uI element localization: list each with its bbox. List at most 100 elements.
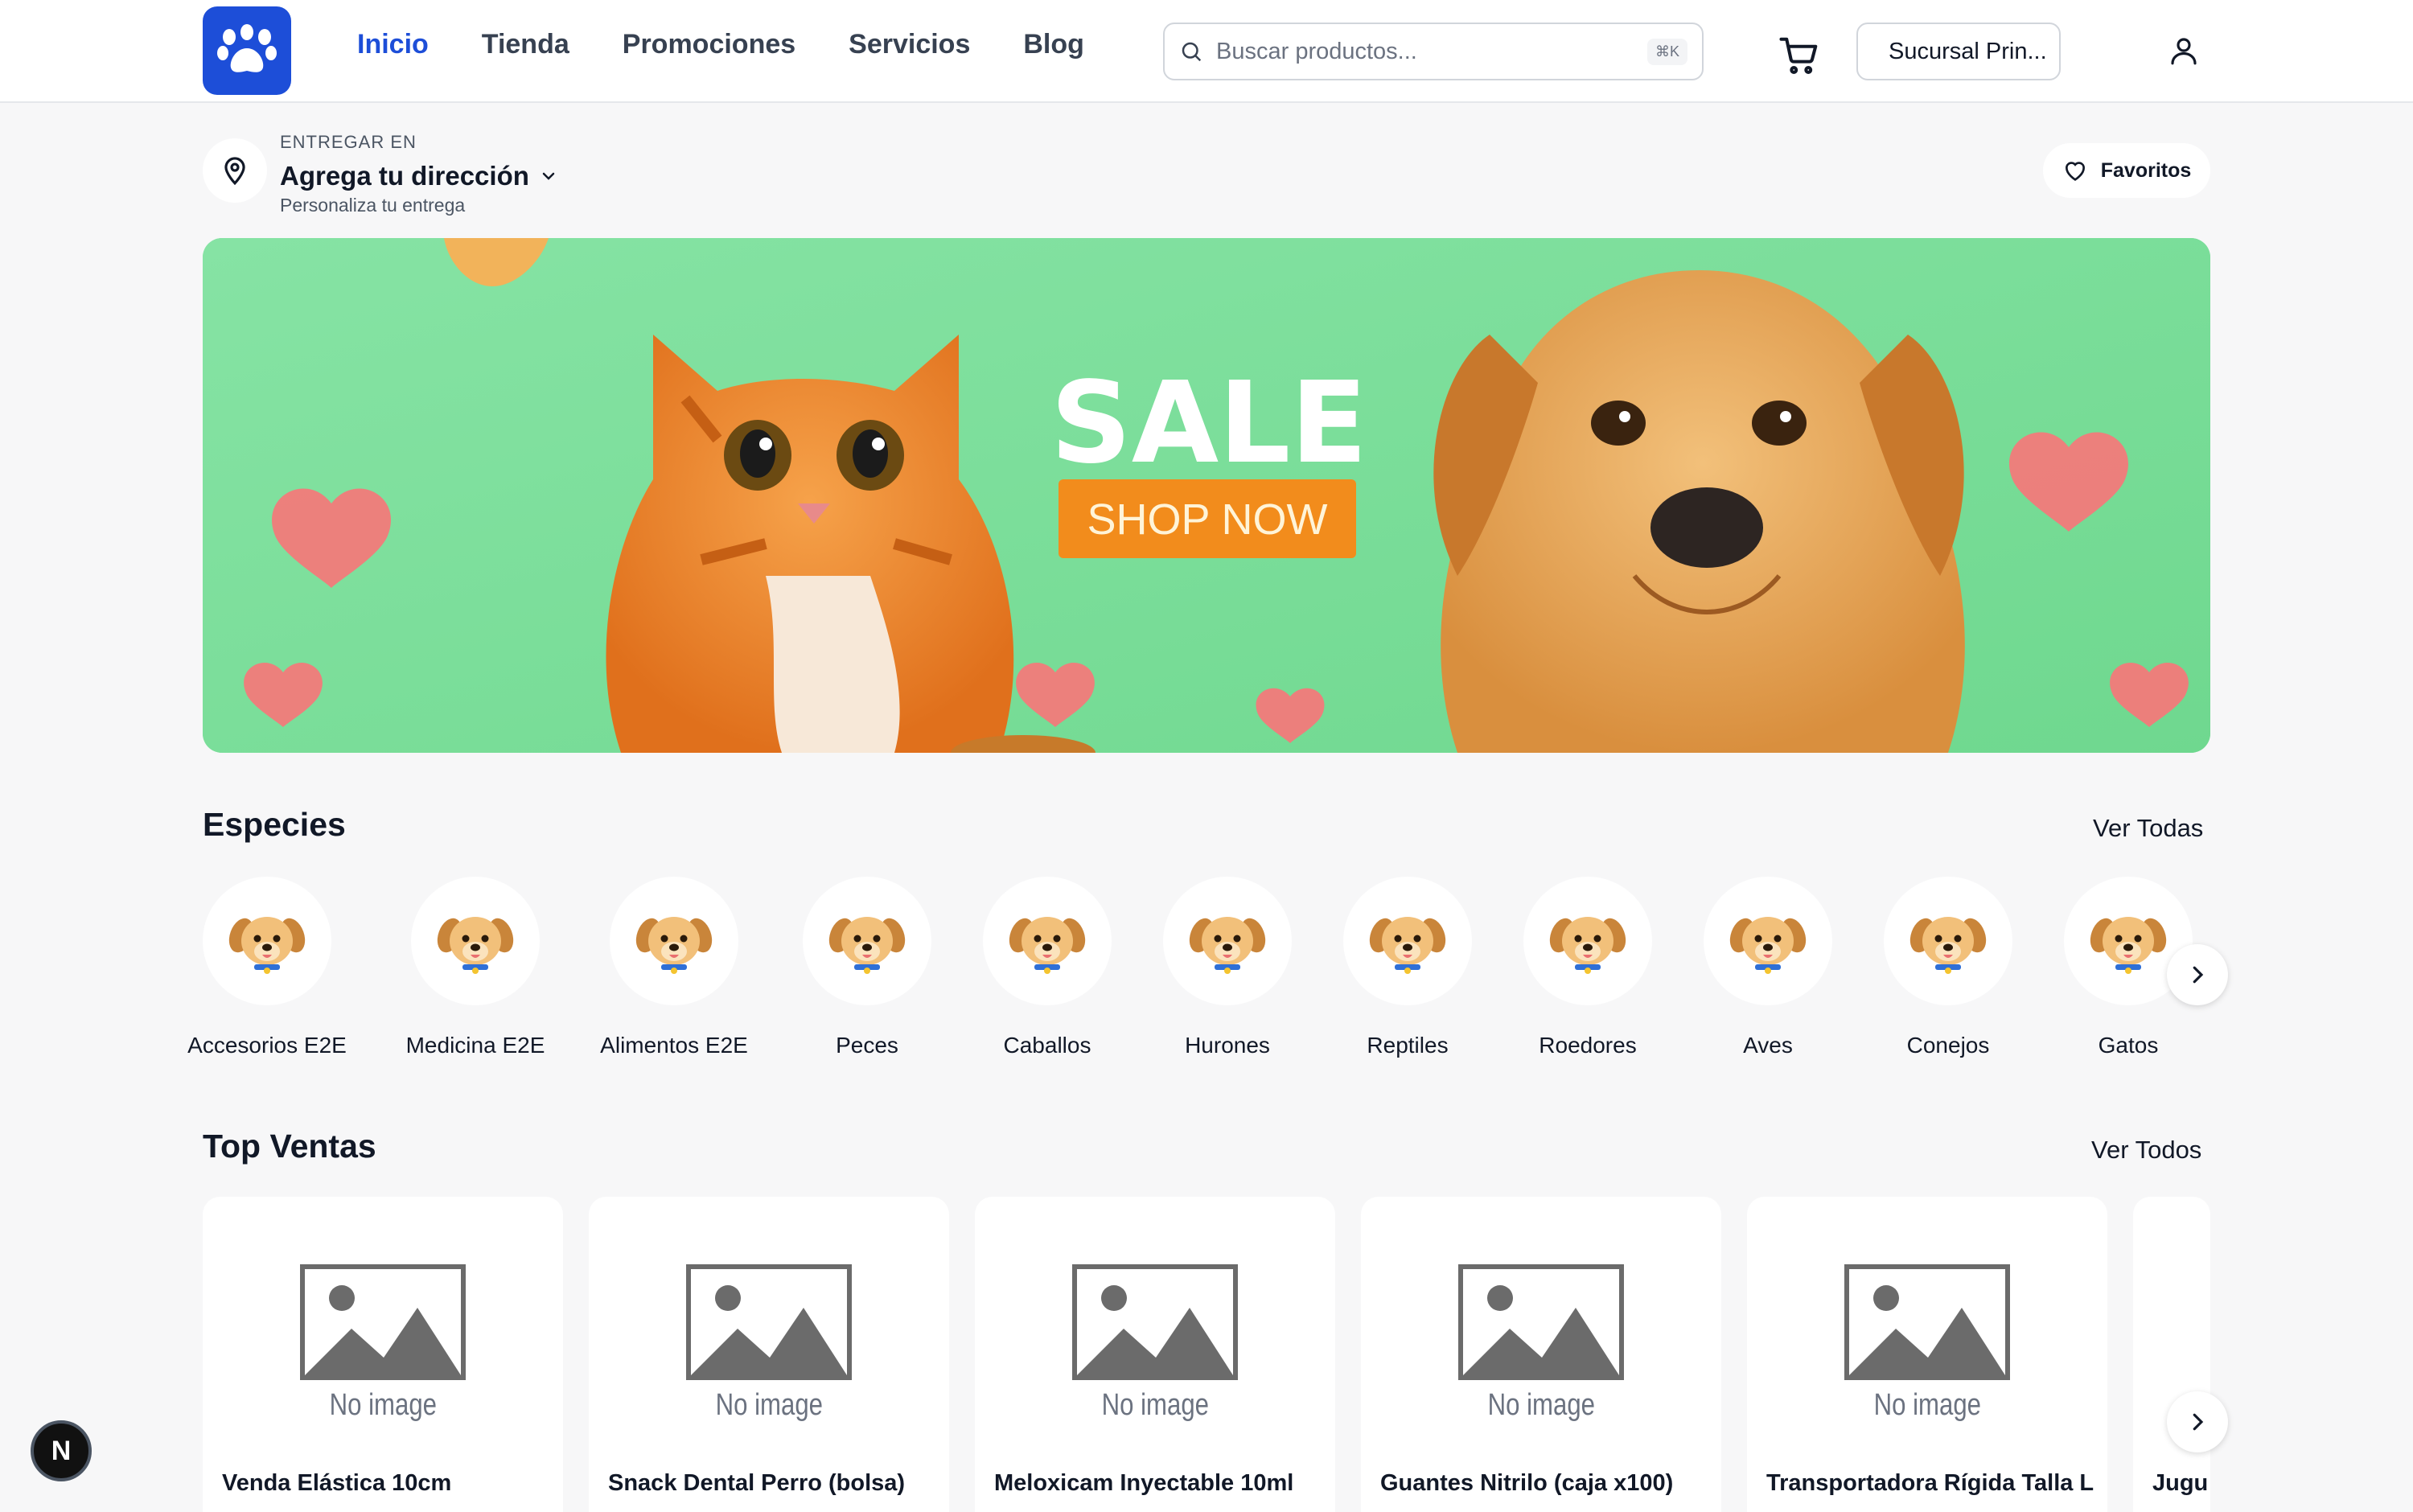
puppy-icon [437,917,514,974]
branch-selector[interactable]: Sucursal Prin... [1856,23,2061,80]
species-item[interactable]: Hurones [1131,877,1324,1058]
chevron-right-icon [2193,966,2204,984]
search-box[interactable]: ⌘K [1163,23,1704,80]
species-avatar [983,877,1112,1005]
no-image-text: No image [329,1388,437,1422]
product-card[interactable]: No image Venda Elástica 10cm [203,1197,563,1512]
product-image-placeholder: No image [203,1197,563,1454]
species-avatar [610,877,738,1005]
heart-icon [2065,162,2085,181]
no-image-text: No image [715,1388,823,1422]
product-name: Transportadora Rígida Talla L [1766,1470,2094,1496]
species-avatar [203,877,331,1005]
delivery-address-selector[interactable]: Agrega tu dirección [280,161,558,191]
species-item[interactable]: Medicina E2E [379,877,572,1058]
puppy-icon [1549,917,1626,974]
nav-blog[interactable]: Blog [1023,29,1084,60]
product-name: Jugu [2152,1470,2209,1496]
species-label: Alimentos E2E [600,1033,748,1058]
no-image-text: No image [1487,1388,1595,1422]
species-avatar [1884,877,2012,1005]
nav-tienda[interactable]: Tienda [482,29,569,60]
banner-illustration: SALE SHOP NOW [203,238,2210,753]
search-icon [1182,42,1202,62]
image-placeholder-icon [1458,1264,1624,1380]
species-avatar [1704,877,1832,1005]
product-card[interactable]: No image Snack Dental Perro (bolsa) [589,1197,949,1512]
nav-promociones[interactable]: Promociones [623,29,795,60]
chevron-right-icon [2193,1413,2204,1431]
species-item[interactable]: Alimentos E2E [578,877,771,1058]
cart-button[interactable] [1778,34,1821,77]
location-pin-icon [224,157,245,186]
product-image-placeholder: No image [589,1197,949,1454]
shortcut-hint: ⌘K [1646,38,1687,65]
species-label: Hurones [1185,1033,1270,1058]
product-card[interactable]: No image Meloxicam Inyectable 10ml [975,1197,1335,1512]
species-avatar [803,877,931,1005]
species-section-title: Especies [203,806,346,843]
species-label: Reptiles [1367,1033,1449,1058]
image-placeholder-icon [1844,1264,2010,1380]
species-next-button[interactable] [2167,944,2228,1005]
product-name: Snack Dental Perro (bolsa) [608,1470,906,1496]
species-label: Conejos [1906,1033,1990,1058]
top-sales-section-title: Top Ventas [203,1128,376,1165]
product-name: Meloxicam Inyectable 10ml [994,1470,1294,1496]
product-name: Venda Elástica 10cm [222,1470,452,1496]
dev-badge-letter: N [51,1435,72,1466]
promo-banner[interactable]: SALE SHOP NOW [203,238,2210,753]
product-card[interactable]: No image Transportadora Rígida Talla L [1747,1197,2107,1512]
product-image-placeholder: No image [975,1197,1335,1454]
no-image-text: No image [1101,1388,1209,1422]
favorites-label: Favoritos [2100,158,2192,182]
species-item[interactable]: Caballos [951,877,1144,1058]
product-card[interactable]: No image Guantes Nitrilo (caja x100) [1361,1197,1721,1512]
species-label: Aves [1743,1033,1793,1058]
species-avatar [1163,877,1292,1005]
dev-tools-badge[interactable]: N [31,1420,92,1481]
puppy-icon [2090,917,2167,974]
favorites-button[interactable]: Favoritos [2043,143,2210,198]
branch-label: Sucursal Prin... [1889,38,2047,64]
nav-inicio[interactable]: Inicio [357,29,429,60]
image-placeholder-icon [300,1264,466,1380]
product-name: Guantes Nitrilo (caja x100) [1380,1470,1674,1496]
product-card[interactable]: No imageJugu [2133,1197,2210,1512]
nav-servicios[interactable]: Servicios [849,29,970,60]
species-item[interactable]: Conejos [1852,877,2045,1058]
image-placeholder-icon [686,1264,852,1380]
species-avatar [1343,877,1472,1005]
species-avatar [411,877,540,1005]
products-next-button[interactable] [2167,1391,2228,1452]
species-item[interactable]: Roedores [1491,877,1684,1058]
species-label: Caballos [1003,1033,1091,1058]
logo[interactable] [203,6,291,95]
puppy-icon [1009,917,1086,974]
species-item[interactable]: Peces [771,877,964,1058]
species-see-all-link[interactable]: Ver Todas [2093,814,2203,843]
no-image-text: No image [1873,1388,1981,1422]
species-label: Gatos [2098,1033,2159,1058]
delivery-title: Agrega tu dirección [280,161,529,191]
delivery-eyebrow: ENTREGAR EN [280,132,417,152]
cart-icon [1779,37,1818,74]
user-account-button[interactable] [2167,34,2201,68]
product-image-placeholder: No image [1361,1197,1721,1454]
species-item[interactable]: Reptiles [1311,877,1504,1058]
product-image-placeholder: No image [1747,1197,2107,1454]
user-icon [2171,38,2197,65]
banner-headline: SALE [1050,358,1367,489]
search-input[interactable] [1216,38,1647,65]
top-header: Inicio Tienda Promociones Servicios Blog… [0,0,2413,103]
image-placeholder-icon [1072,1264,1238,1380]
puppy-icon [635,917,713,974]
cat-illustration [606,335,1014,753]
puppy-icon [228,917,306,974]
species-item[interactable]: Accesorios E2E [171,877,364,1058]
delivery-pin[interactable] [203,138,267,203]
top-sales-see-all-link[interactable]: Ver Todos [2091,1136,2201,1165]
puppy-icon [1189,917,1266,974]
species-item[interactable]: Aves [1671,877,1864,1058]
puppy-icon [828,917,906,974]
